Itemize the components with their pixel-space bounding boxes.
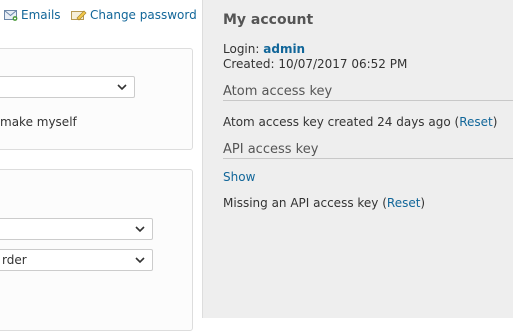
order-select-value: rder — [2, 253, 27, 267]
emails-link[interactable]: Emails — [4, 8, 61, 22]
change-password-link-label: Change password — [90, 8, 197, 22]
chevron-down-icon — [135, 257, 145, 264]
api-key-status: Missing an API access key (Reset) — [223, 196, 426, 210]
atom-key-status: Atom access key created 24 days ago (Res… — [223, 115, 498, 129]
login-user-link[interactable]: admin — [263, 42, 305, 56]
email-icon — [4, 10, 18, 21]
preference-select-2[interactable] — [0, 218, 153, 240]
sidebar-title: My account — [223, 12, 314, 28]
chevron-down-icon — [117, 84, 127, 91]
atom-key-text: Atom access key created 24 days ago — [223, 115, 451, 129]
emails-link-label: Emails — [21, 8, 61, 22]
preference-option-text: make myself — [0, 115, 77, 129]
main-content: Emails Change password make myself rder — [0, 0, 201, 331]
api-key-show-link[interactable]: Show — [223, 170, 255, 184]
created-label: Created: — [223, 57, 275, 71]
login-info: Login: admin — [223, 42, 305, 56]
atom-key-reset-link[interactable]: Reset — [459, 115, 493, 129]
created-info: Created: 10/07/2017 06:52 PM — [223, 57, 407, 71]
atom-key-heading: Atom access key — [223, 84, 513, 101]
change-password-link[interactable]: Change password — [71, 8, 197, 22]
api-key-text: Missing an API access key — [223, 196, 379, 210]
login-label: Login: — [223, 42, 260, 56]
api-key-reset-link[interactable]: Reset — [387, 196, 421, 210]
order-select[interactable]: rder — [0, 249, 153, 271]
chevron-down-icon — [135, 226, 145, 233]
sidebar: My account Login: admin Created: 10/07/2… — [202, 0, 513, 318]
created-value: 10/07/2017 06:52 PM — [278, 57, 408, 71]
api-key-heading: API access key — [223, 142, 513, 159]
preferences-box — [0, 48, 193, 150]
preference-select[interactable] — [0, 76, 135, 98]
key-edit-icon — [71, 10, 87, 21]
